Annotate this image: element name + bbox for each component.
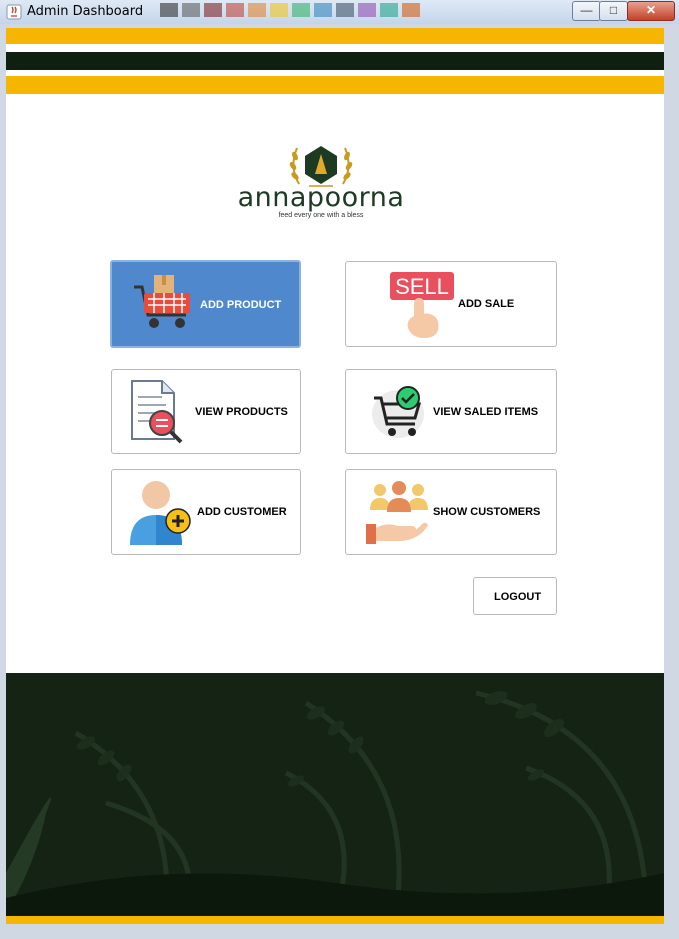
cart-check-icon [372, 386, 424, 438]
dashboard-panel: annapoorna feed every one with a bless A… [6, 28, 664, 924]
view-saled-items-button[interactable]: VIEW SALED ITEMS [345, 369, 557, 454]
background-palette [160, 0, 440, 20]
top-yellow-stripe [6, 28, 664, 44]
add-sale-button[interactable]: SELL ADD SALE [345, 261, 557, 347]
customers-hand-icon [366, 481, 428, 544]
top-dark-stripe [6, 52, 664, 70]
maximize-button[interactable]: □ [599, 1, 628, 21]
sell-sign-text: SELL [395, 274, 449, 299]
view-products-label: VIEW PRODUCTS [195, 406, 288, 418]
add-sale-label: ADD SALE [458, 298, 515, 310]
window-title: Admin Dashboard [27, 4, 144, 19]
shopping-cart-icon [134, 275, 190, 328]
add-product-label: ADD PRODUCT [200, 299, 282, 311]
maximize-icon: □ [609, 3, 618, 17]
add-customer-button[interactable]: ADD CUSTOMER [111, 469, 301, 555]
close-icon: ✕ [645, 3, 657, 17]
logout-button[interactable]: LOGOUT [473, 577, 557, 615]
add-customer-label: ADD CUSTOMER [197, 506, 287, 518]
window-titlebar: Admin Dashboard — □ ✕ [0, 0, 679, 24]
show-customers-label: SHOW CUSTOMERS [433, 506, 541, 518]
brand-tagline: feed every one with a bless [278, 212, 364, 219]
view-saled-items-label: VIEW SALED ITEMS [433, 406, 539, 418]
sell-hand-icon: SELL [390, 272, 454, 338]
footer-yellow-stripe [6, 916, 664, 924]
add-product-button[interactable]: ADD PRODUCT [110, 260, 301, 348]
wheat-field-illustration [6, 690, 664, 924]
show-customers-button[interactable]: SHOW CUSTOMERS [345, 469, 557, 555]
bottom-yellow-stripe [6, 76, 664, 94]
view-products-button[interactable]: VIEW PRODUCTS [111, 369, 301, 454]
brand-logo: annapoorna feed every one with a bless [236, 142, 406, 222]
document-search-icon [131, 380, 183, 444]
brand-name: annapoorna [237, 182, 405, 213]
decorative-footer [6, 673, 664, 924]
logout-label: LOGOUT [494, 591, 542, 603]
minimize-button[interactable]: — [572, 1, 601, 21]
minimize-icon: — [580, 3, 593, 17]
close-button[interactable]: ✕ [627, 1, 675, 21]
java-app-icon [6, 4, 22, 20]
add-user-icon [130, 481, 191, 545]
